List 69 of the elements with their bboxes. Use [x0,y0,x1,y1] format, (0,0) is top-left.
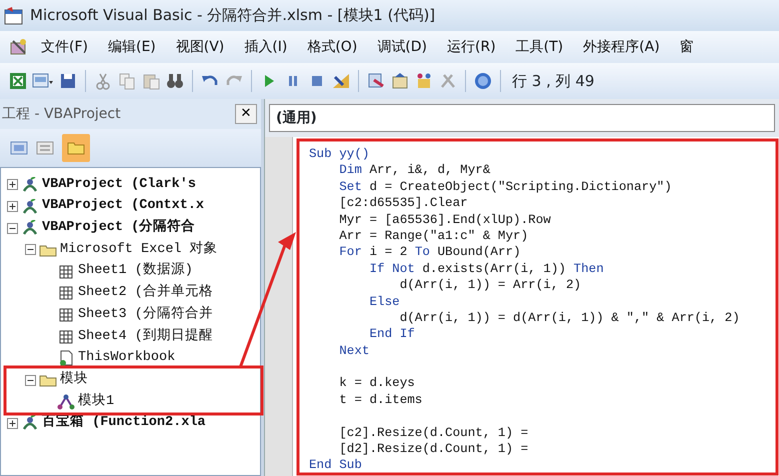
help-icon[interactable] [473,71,493,91]
excel-icon[interactable] [8,71,28,91]
panel-title: 工程 - VBAProject [2,104,121,124]
menu-item[interactable]: 插入(I) [235,34,296,60]
app-icon [4,6,24,24]
code-line: [d2].Resize(d.Count, 1) = [338,441,530,458]
tree-item[interactable]: Sheet4 (到期日提醒 [78,326,213,347]
worksheet-icon [57,285,75,302]
code-line: Myr = [a65536].End(xlUp).Row [338,212,552,228]
code-line: [c2:d65535].Clear [338,195,469,212]
tree-item[interactable]: VBAProject (Clark's [42,174,196,195]
code-line: d(Arr(i, 1)) = d(Arr(i, 1)) & "," & Arr(i, 2) [398,310,741,326]
binoculars-icon[interactable] [165,71,185,91]
menu-item[interactable]: 工具(T) [506,34,572,60]
collapse-icon[interactable] [7,222,18,234]
menu-item[interactable]: 格式(O) [298,34,366,60]
code-line: For i = 2 To UBound(Arr) [338,244,522,261]
code-line: Set d = CreateObject("Scripting.Dictionary") [338,178,673,196]
code-line: Else [368,294,401,310]
expand-icon[interactable] [7,418,18,429]
folder-toggle-icon[interactable] [62,134,90,162]
tree-item[interactable]: ThisWorkbook [78,348,176,368]
tree-item[interactable]: VBAProject (分隔符合 [42,218,196,238]
tree-item[interactable]: Sheet1 (数据源) [78,261,193,282]
code-line: Sub yy() [309,146,370,162]
menu-item[interactable]: 外接程序(A) [574,34,669,60]
tree-item[interactable]: 模块1 [78,392,114,412]
worksheet-icon [57,306,75,323]
menu-item[interactable]: 窗 [670,34,703,60]
code-line: If Not d.exists(Arr(i, 1)) Then [368,260,605,278]
expand-icon[interactable] [7,201,18,212]
expand-icon[interactable] [7,179,18,190]
collapse-icon[interactable] [25,374,36,386]
tree-item[interactable]: Sheet3 (分隔符合并 [78,304,213,326]
collapse-icon[interactable] [25,244,36,256]
object-dropdown[interactable]: (通用) [269,104,775,132]
close-button[interactable]: ✕ [235,104,257,124]
menu-item[interactable]: 视图(V) [166,34,234,60]
menu-item[interactable]: 运行(R) [438,34,505,60]
menu-item[interactable]: 编辑(E) [98,34,165,60]
workbook-icon [57,350,75,366]
tree-item[interactable]: Sheet2 (合并单元格 [78,283,213,304]
tree-item[interactable]: 模块 [60,370,88,390]
module-icon [57,394,75,410]
view-code-icon[interactable] [10,140,28,156]
code-line: Next [338,342,370,360]
project-icon [21,176,39,193]
tree-item[interactable]: Microsoft Excel 对象 [60,240,218,260]
save-icon[interactable] [58,71,78,91]
code-line: Dim Arr, i&, d, Myr& [338,162,492,179]
worksheet-icon [57,264,75,280]
code-line: k = d.keys [338,375,416,392]
menu-item[interactable]: 调试(D) [368,34,436,60]
code-line: Arr = Range("a1:c" & Myr) [338,228,530,244]
cursor-position: 行 3 , 列 49 [512,70,594,92]
project-icon [21,220,39,236]
code-line: t = d.items [338,392,424,408]
window-title: Microsoft Visual Basic - 分隔符合并.xlsm - [模块1 (代码)] [30,5,436,26]
code-line: End Sub [309,457,363,474]
code-line: [c2].Resize(d.Count, 1) = [338,424,530,442]
menu-item[interactable]: 文件(F) [32,34,97,60]
project-icon [21,415,39,432]
properties-icon[interactable] [390,71,410,91]
project-icon [21,198,39,215]
tree-item[interactable]: VBAProject (Contxt.x [42,196,204,217]
design-mode-icon[interactable] [331,71,351,91]
code-line: End If [368,326,416,343]
code-line: d(Arr(i, 1)) = Arr(i, 2) [398,277,582,294]
worksheet-icon [57,328,75,345]
